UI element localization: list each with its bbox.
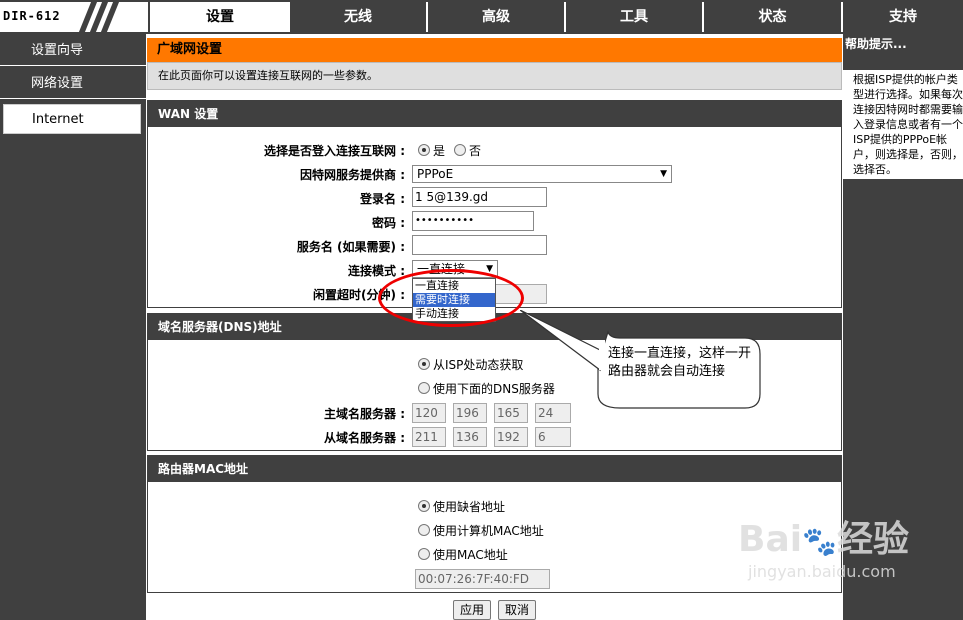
sidebar: 设置向导 网络设置 Internet — [0, 34, 146, 620]
cancel-button[interactable]: 取消 — [498, 600, 536, 620]
tab-support[interactable]: 支持 — [841, 2, 963, 32]
dns-auto-radio[interactable] — [418, 358, 430, 370]
primary-dns-label: 主域名服务器 : — [324, 407, 405, 421]
watermark-brand-2: 经验 — [836, 519, 909, 560]
login-yes-radio[interactable] — [418, 144, 430, 156]
mac-clone-pc-label: 使用计算机MAC地址 — [433, 524, 544, 538]
secondary-dns-octet[interactable]: 6 — [535, 427, 571, 447]
chevron-down-icon: ▼ — [660, 169, 667, 179]
secondary-dns-octet[interactable]: 192 — [494, 427, 528, 447]
tab-setup[interactable]: 设置 — [150, 2, 288, 32]
paw-icon: 🐾 — [802, 525, 837, 558]
mac-custom-radio[interactable] — [418, 548, 430, 560]
mac-default-radio[interactable] — [418, 500, 430, 512]
page-title: 广域网设置 — [147, 38, 842, 62]
login-choice-label: 选择是否登入连接互联网 : — [264, 144, 405, 158]
tab-advanced[interactable]: 高级 — [426, 2, 564, 32]
sidebar-item-internet[interactable]: Internet — [3, 104, 141, 134]
primary-dns-octet[interactable]: 196 — [453, 403, 487, 423]
baidu-watermark: Bai🐾经验 jingyan.baidu.com — [738, 520, 909, 582]
username-input[interactable]: 1 5@139.gd — [412, 187, 547, 207]
help-text: 根据ISP提供的帐户类型进行选择。如果每次连接因特网时都需要输入登录信息或者有一… — [843, 70, 963, 179]
annotation-ellipse — [378, 269, 524, 327]
password-label: 密码 : — [372, 216, 405, 230]
login-no-radio[interactable] — [454, 144, 466, 156]
sidebar-item-setup-wizard[interactable]: 设置向导 — [0, 36, 146, 66]
connection-mode-label: 连接模式 : — [348, 264, 405, 278]
mac-default-label: 使用缺省地址 — [433, 500, 506, 514]
dns-auto-label: 从ISP处动态获取 — [433, 358, 524, 372]
tab-wireless[interactable]: 无线 — [288, 2, 426, 32]
tab-tools[interactable]: 工具 — [564, 2, 702, 32]
secondary-dns-label: 从域名服务器 : — [324, 431, 405, 445]
tab-status[interactable]: 状态 — [702, 2, 841, 32]
login-yes-label: 是 — [433, 144, 446, 158]
device-model: DIR-612 — [3, 9, 61, 23]
watermark-url: jingyan.baidu.com — [748, 562, 896, 581]
callout-text: 连接一直连接，这样一开路由器就会自动连接 — [608, 346, 752, 379]
password-input[interactable]: •••••••••• — [412, 211, 534, 231]
top-navigation-bar: DIR-612 设置 无线 高级 工具 状态 支持 — [0, 0, 963, 34]
watermark-brand: Bai — [738, 519, 803, 560]
mac-clone-pc-radio[interactable] — [418, 524, 430, 536]
sidebar-item-network-settings[interactable]: 网络设置 — [0, 69, 146, 99]
apply-button[interactable]: 应用 — [453, 600, 491, 620]
dns-manual-radio[interactable] — [418, 382, 430, 394]
mac-custom-label: 使用MAC地址 — [433, 548, 508, 562]
isp-select[interactable]: PPPoE ▼ — [412, 165, 672, 183]
mac-address-input[interactable]: 00:07:26:7F:40:FD — [415, 569, 550, 589]
service-name-label: 服务名 (如果需要) : — [296, 240, 405, 254]
username-label: 登录名 : — [360, 192, 405, 206]
help-title: 帮助提示... — [845, 37, 907, 51]
wan-section-header: WAN 设置 — [148, 101, 841, 127]
isp-label: 因特网服务提供商 : — [300, 168, 405, 182]
secondary-dns-octet[interactable]: 211 — [412, 427, 446, 447]
service-name-input[interactable] — [412, 235, 547, 255]
mac-section-header: 路由器MAC地址 — [148, 456, 841, 482]
idle-timeout-label: 闲置超时(分钟) : — [313, 288, 405, 302]
secondary-dns-octet[interactable]: 136 — [453, 427, 487, 447]
page-description: 在此页面你可以设置连接互联网的一些参数。 — [147, 62, 842, 90]
primary-dns-octet[interactable]: 120 — [412, 403, 446, 423]
isp-select-value: PPPoE — [417, 167, 454, 181]
device-logo: DIR-612 — [0, 2, 148, 32]
login-no-label: 否 — [469, 144, 482, 158]
